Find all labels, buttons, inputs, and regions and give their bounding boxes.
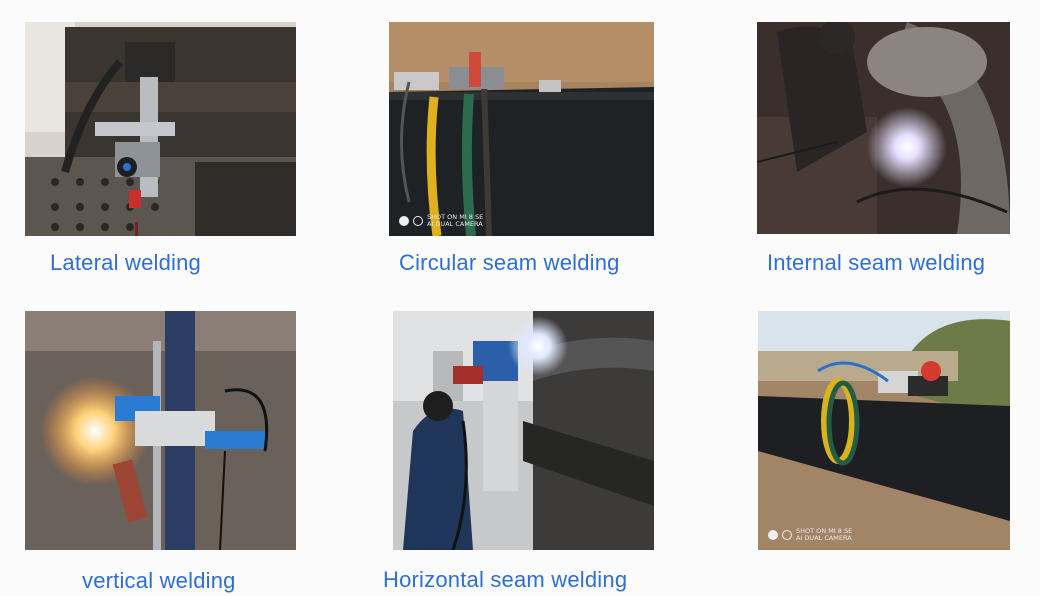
caption-circular-seam-welding: Circular seam welding (399, 250, 620, 275)
caption-lateral-welding: Lateral welding (50, 250, 201, 275)
caption-internal-seam-welding: Internal seam welding (767, 250, 986, 275)
camera-watermark: SHOT ON MI 8 SE AI DUAL CAMERA (399, 214, 483, 228)
horizontal-seam-welding-photo (393, 311, 654, 550)
caption-vertical-welding: vertical welding (82, 568, 236, 593)
caption-horizontal-seam-welding: Horizontal seam welding (383, 567, 628, 592)
pipeline-field-welding-photo: SHOT ON MI 8 SE AI DUAL CAMERA (758, 311, 1010, 550)
internal-seam-welding-photo (757, 22, 1010, 234)
vertical-welding-photo (25, 311, 296, 550)
lateral-welding-photo (25, 22, 296, 236)
camera-watermark: SHOT ON MI 8 SE AI DUAL CAMERA (768, 528, 852, 542)
circular-seam-welding-photo: SHOT ON MI 8 SE AI DUAL CAMERA (389, 22, 654, 236)
